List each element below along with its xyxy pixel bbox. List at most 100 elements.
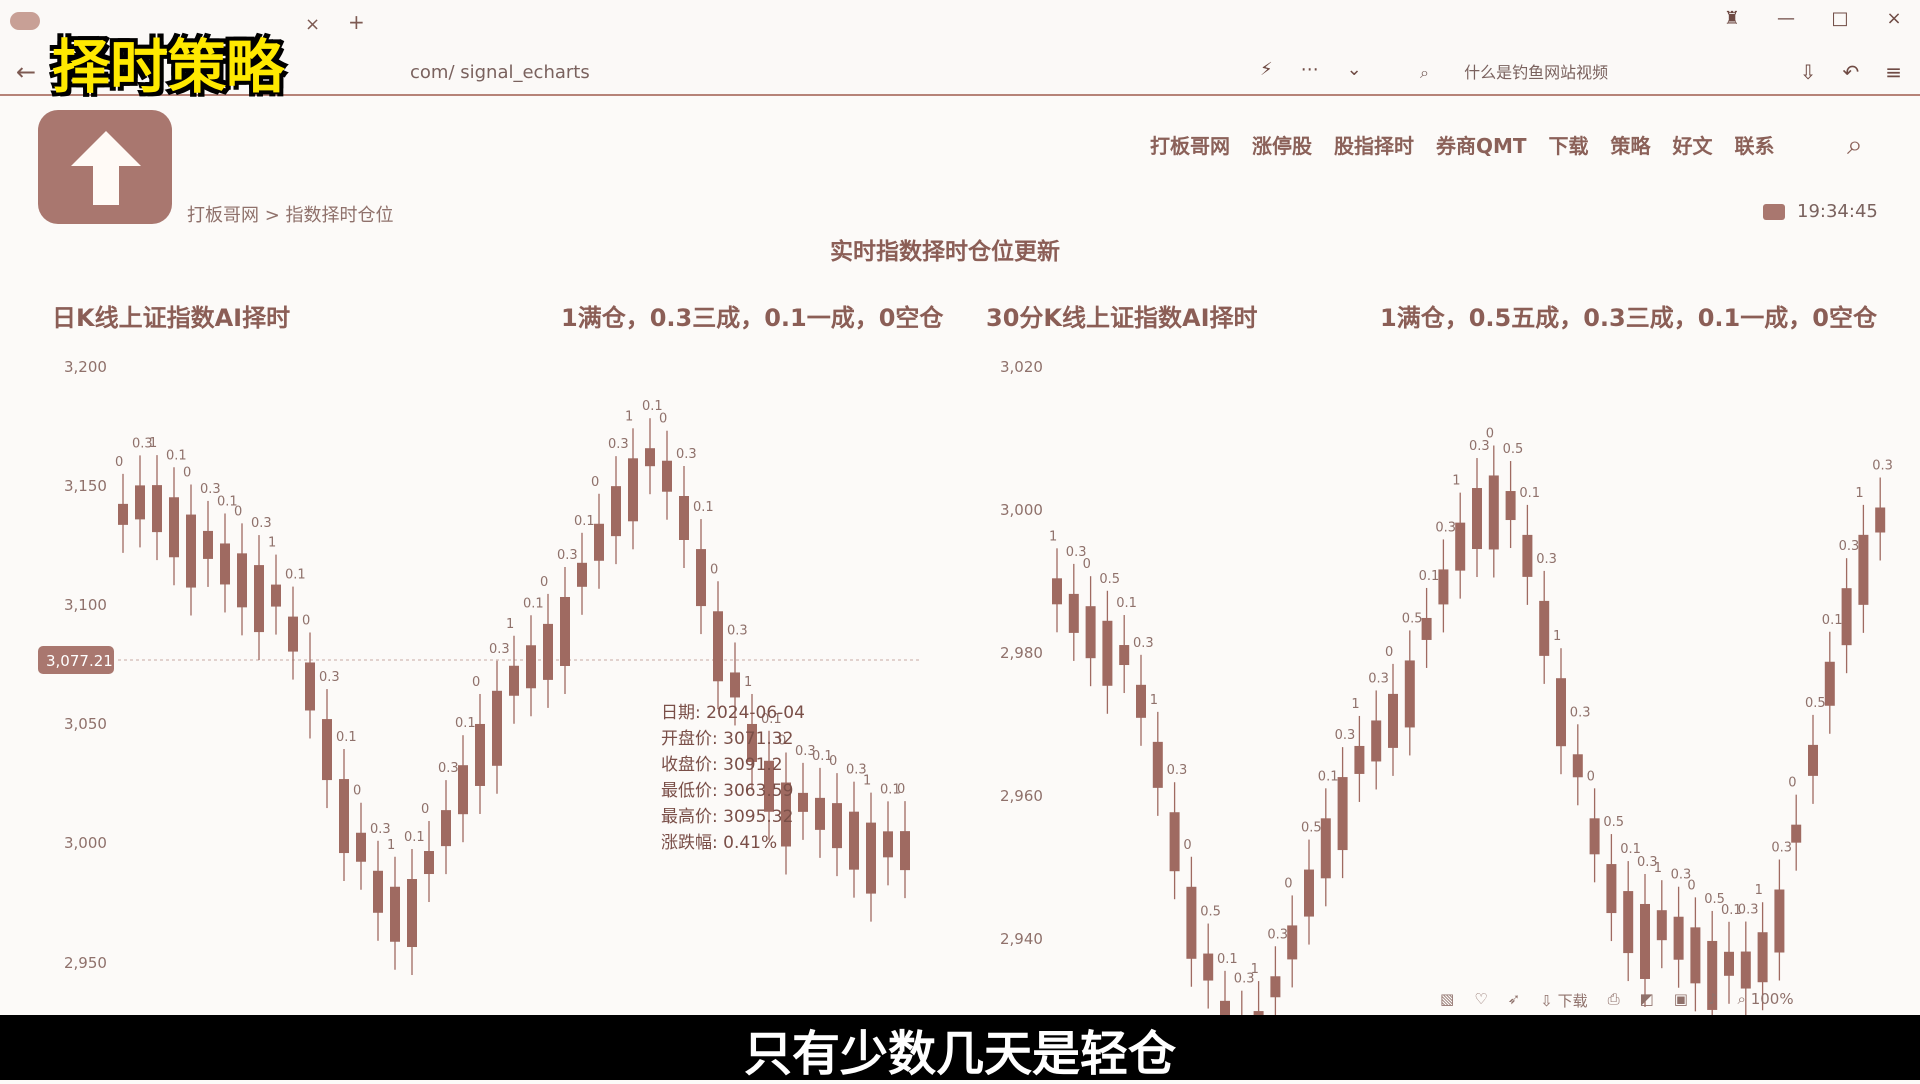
right-candle	[1791, 824, 1802, 843]
right-candle	[1472, 488, 1482, 550]
left-candle	[220, 543, 230, 585]
left-candle	[135, 485, 145, 520]
left-candle	[152, 485, 162, 533]
right-position-label: 0.5	[1503, 442, 1524, 457]
left-candle	[611, 486, 621, 537]
right-candle	[1052, 578, 1062, 605]
left-candle	[356, 832, 366, 862]
right-position-label: 1	[1049, 529, 1057, 544]
left-candle	[883, 831, 893, 858]
print-icon[interactable]: ⎙	[1608, 990, 1620, 1011]
right-candle	[1270, 976, 1281, 998]
right-candle	[1169, 812, 1180, 872]
left-candle	[458, 765, 468, 815]
right-position-label: 0.1	[1822, 613, 1843, 628]
right-position-label: 0.1	[1116, 596, 1137, 611]
left-position-label: 1	[387, 838, 395, 853]
right-candle	[1354, 745, 1365, 774]
left-candle	[203, 530, 213, 559]
rocket-icon[interactable]: ➶	[1508, 990, 1521, 1011]
right-position-label: 0.3	[1872, 459, 1893, 474]
left-position-label: 0	[234, 504, 242, 519]
right-candle	[1388, 693, 1398, 748]
left-position-label: 1	[268, 536, 276, 551]
left-candle	[492, 690, 502, 766]
right-candle	[1304, 869, 1314, 917]
right-candle	[1220, 1000, 1230, 1015]
right-position-label: 0.5	[1099, 572, 1120, 587]
tooltip-date: 日期: 2024-06-04	[661, 703, 805, 723]
right-position-label: 0.1	[1318, 769, 1339, 784]
right-position-label: 0.3	[1435, 520, 1456, 535]
left-candle	[645, 448, 655, 467]
left-position-label: 0.3	[370, 822, 391, 837]
tooltip-high: 最高价: 3095.32	[661, 807, 794, 827]
download-label: 下载	[1557, 992, 1588, 1010]
left-candle	[475, 723, 485, 786]
left-candle	[118, 503, 128, 525]
right-candle	[1455, 522, 1466, 571]
heart-icon[interactable]: ♡	[1474, 990, 1487, 1011]
left-position-label: 0.3	[438, 761, 459, 776]
left-candle	[543, 623, 553, 680]
tooltip-open: 开盘价: 3071.32	[661, 729, 794, 749]
left-candle	[237, 553, 247, 608]
right-position-label: 0.3	[1335, 728, 1356, 743]
right-candle	[1102, 620, 1113, 686]
zoom-control[interactable]: ⌕ 100%	[1738, 990, 1794, 1011]
left-position-label: 0	[353, 784, 361, 799]
left-position-label: 0.3	[251, 516, 272, 531]
left-candle	[288, 616, 298, 652]
right-position-label: 0.5	[1301, 821, 1322, 836]
right-position-label: 0.1	[1519, 486, 1540, 501]
right-candle	[1690, 927, 1701, 984]
right-position-label: 0.5	[1402, 611, 1423, 626]
left-position-label: 0	[472, 675, 480, 690]
left-position-label: 0.3	[489, 642, 510, 657]
layers-icon[interactable]: ◩	[1640, 990, 1654, 1011]
right-candle	[1186, 886, 1197, 959]
left-candle	[169, 497, 179, 558]
chart-canvas: 3,077.21 0 0.3 1 0.1 0 0.3 0.1 0 0.3 1 0.1 0 0.3 0.1 0…	[38, 399, 1893, 1015]
volume-icon[interactable]: ♪	[1708, 990, 1718, 1011]
right-candle	[1875, 507, 1886, 533]
right-candle	[1606, 864, 1617, 914]
left-position-label: 0	[302, 613, 310, 628]
left-position-label: 0.1	[404, 830, 425, 845]
left-position-label: 0.1	[166, 448, 187, 463]
left-position-label: 0.3	[676, 447, 697, 462]
left-position-label: 0.1	[693, 500, 714, 515]
left-candle	[577, 562, 587, 587]
right-position-label: 0.3	[1771, 841, 1792, 856]
copy-icon[interactable]: ▣	[1674, 990, 1688, 1011]
right-candle	[1085, 606, 1096, 659]
right-candle	[1841, 588, 1852, 646]
left-candle	[526, 645, 536, 689]
left-candle	[424, 851, 434, 875]
right-candle	[1824, 661, 1835, 706]
video-caption: 只有少数几天是轻仓	[743, 1026, 1176, 1082]
right-position-label: 1	[1452, 474, 1460, 489]
right-position-label: 0	[1788, 776, 1796, 791]
right-position-label: 0	[1083, 557, 1091, 572]
image-icon[interactable]: ▧	[1440, 990, 1454, 1011]
left-candle	[441, 810, 451, 847]
left-candle	[628, 458, 638, 522]
right-position-label: 1	[1150, 693, 1158, 708]
right-position-label: 0.3	[1839, 539, 1860, 554]
left-position-label: 0	[421, 802, 429, 817]
left-candle	[849, 811, 859, 870]
right-candle	[1203, 953, 1214, 981]
right-candle	[1740, 951, 1751, 989]
right-position-label: 0.1	[1419, 569, 1440, 584]
right-candle	[1673, 916, 1684, 960]
right-position-label: 1	[1251, 962, 1259, 977]
right-candle	[1068, 593, 1079, 633]
left-candle	[373, 870, 383, 913]
right-candle	[1320, 818, 1331, 879]
right-candle	[1539, 600, 1550, 656]
download-button[interactable]: ⇩ 下载	[1540, 990, 1587, 1011]
right-position-label: 0	[1385, 645, 1393, 660]
right-position-label: 1	[1755, 883, 1763, 898]
left-position-label: 0	[115, 455, 123, 470]
